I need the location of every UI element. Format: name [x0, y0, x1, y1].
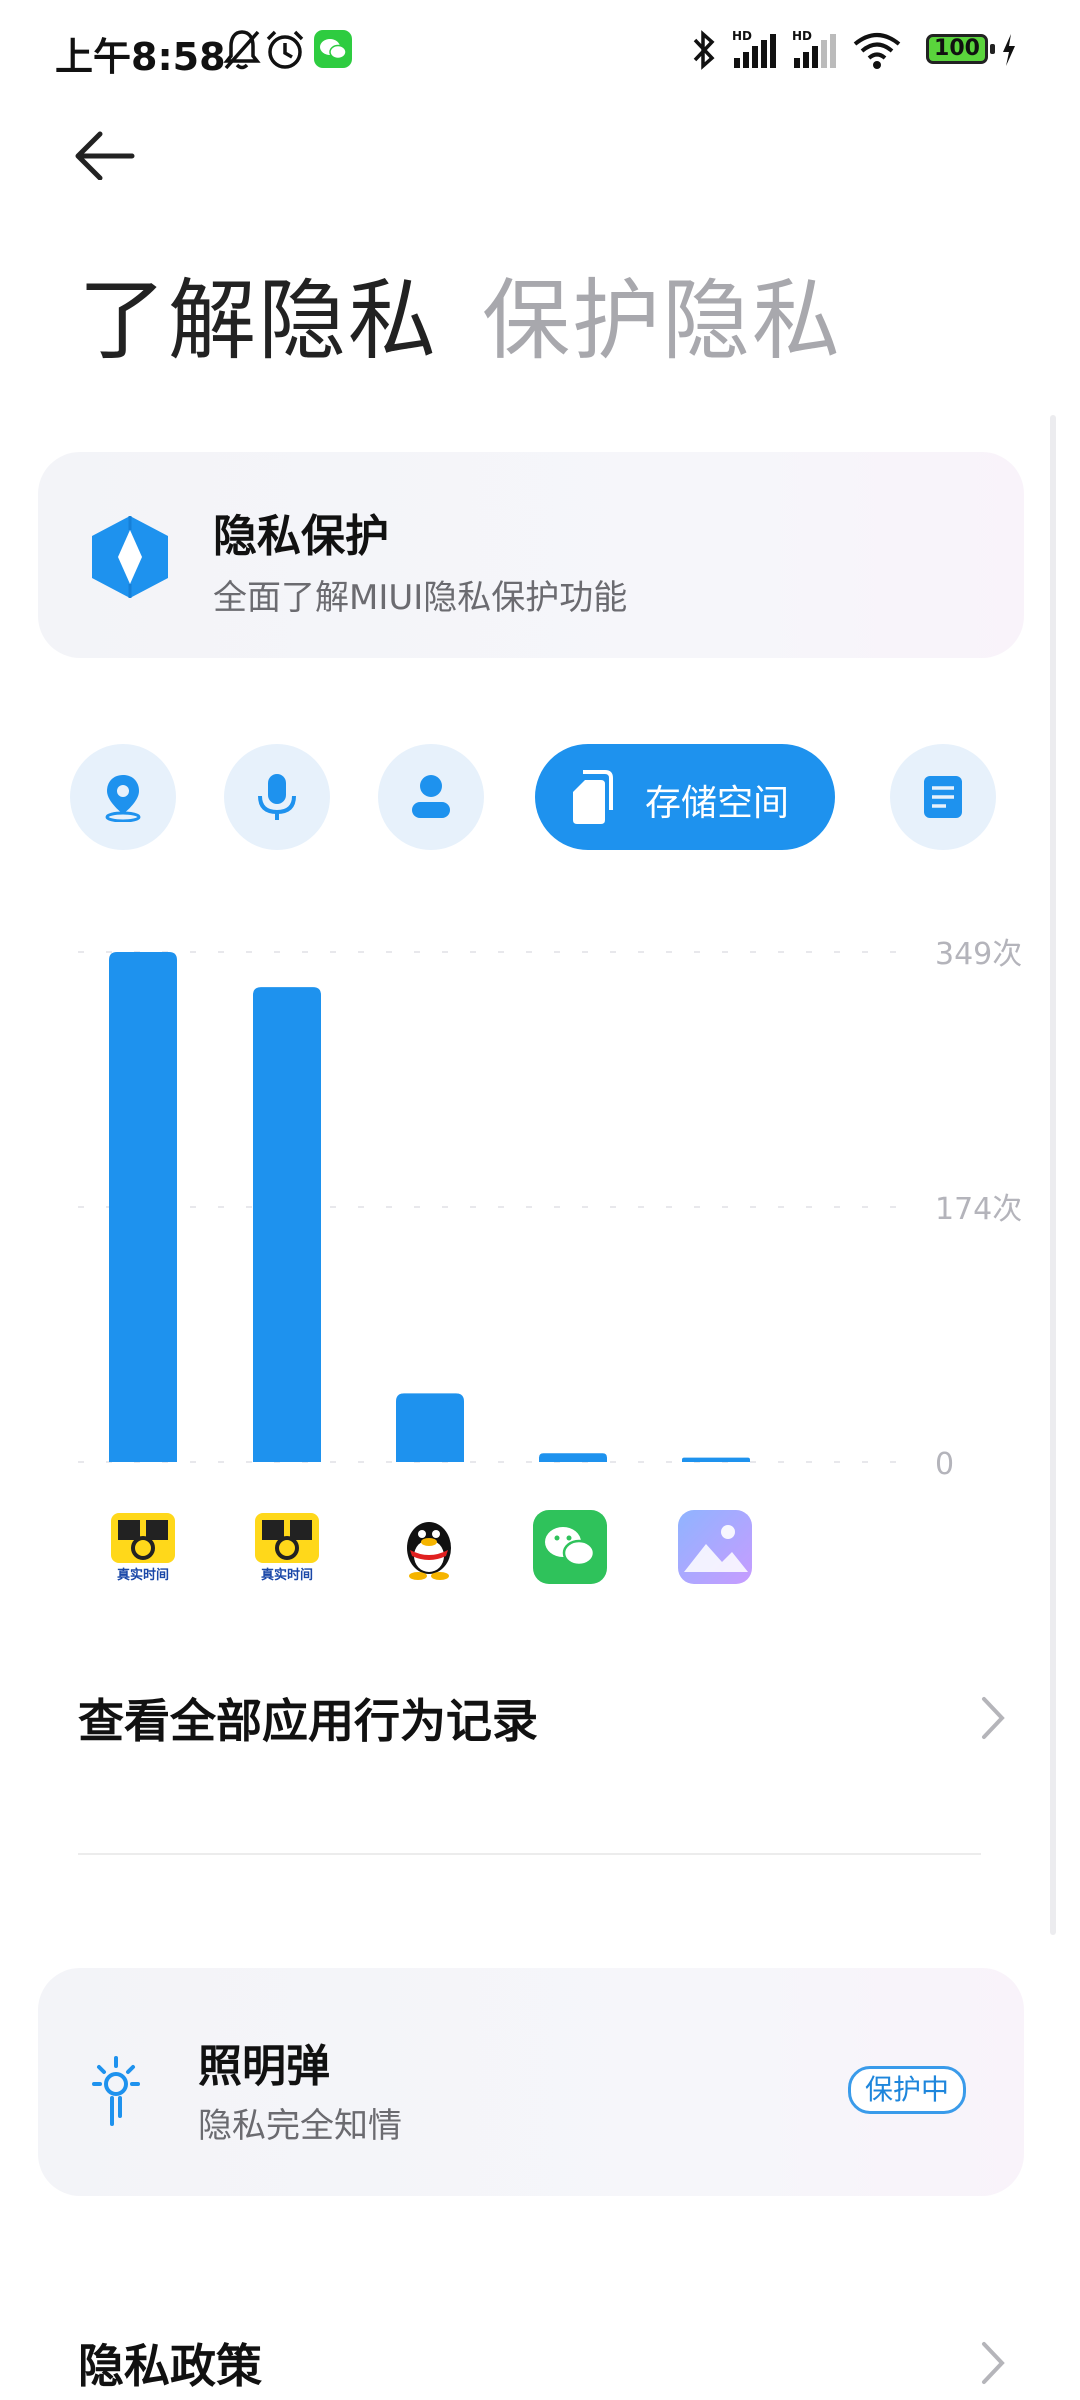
- view-all-records-label: 查看全部应用行为记录: [78, 1694, 538, 1748]
- alarm-icon: [266, 30, 304, 69]
- chart-bar[interactable]: [109, 952, 177, 1462]
- flare-card-title: 照明弹: [198, 2041, 330, 2092]
- chart-bar[interactable]: [682, 1457, 750, 1462]
- page-title: 了解隐私 保护隐私: [78, 250, 842, 377]
- flare-light-icon: [92, 2056, 140, 2126]
- storage-icon: [573, 770, 613, 824]
- chart-bar[interactable]: [396, 1393, 464, 1462]
- wechat-notification-icon: [314, 30, 352, 68]
- title-secondary: 保护隐私: [482, 269, 843, 372]
- chart-tick-label: 174次: [935, 1192, 1022, 1227]
- status-bar: 上午8:58 HD HD 100: [0, 0, 1080, 100]
- privacy-policy-label: 隐私政策: [78, 2339, 262, 2393]
- title-primary: 了解隐私: [78, 269, 439, 372]
- app-caption: 真实时间: [260, 1568, 313, 1583]
- battery-tip: [990, 44, 995, 54]
- microphone-icon: [258, 774, 296, 820]
- signal-hd-icon: HD: [732, 29, 776, 68]
- app-caption: 真实时间: [116, 1568, 169, 1583]
- category-storage[interactable]: 存储空间: [535, 744, 835, 850]
- message-icon: [924, 776, 962, 818]
- status-time: 上午8:58: [55, 35, 226, 79]
- svg-text:HD: HD: [792, 29, 812, 43]
- signal-hd-icon: HD: [792, 29, 836, 68]
- chevron-right-icon: [982, 1697, 1005, 1739]
- back-arrow-icon: [75, 131, 135, 181]
- gallery-icon[interactable]: [678, 1510, 752, 1584]
- bluetooth-icon: [693, 30, 715, 70]
- battery-icon: 100: [926, 34, 988, 64]
- jinri-camera-icon[interactable]: 真实时间: [252, 1510, 322, 1583]
- privacy-policy-link[interactable]: 隐私政策: [78, 2330, 1008, 2400]
- qq-penguin-icon[interactable]: [394, 1510, 464, 1580]
- location-icon: [105, 775, 141, 822]
- flare-card[interactable]: 照明弹 隐私完全知情 保护中: [38, 1968, 1024, 2196]
- chart-bar[interactable]: [539, 1453, 607, 1462]
- status-badge: 保护中: [848, 2066, 967, 2114]
- svg-text:HD: HD: [732, 29, 752, 43]
- category-contacts[interactable]: [378, 744, 484, 850]
- privacy-protection-card[interactable]: 隐私保护 全面了解MIUI隐私保护功能: [38, 452, 1024, 658]
- privacy-card-title: 隐私保护: [213, 511, 389, 562]
- back-button[interactable]: [70, 120, 150, 200]
- category-storage-label: 存储空间: [645, 783, 790, 824]
- privacy-card-subtitle: 全面了解MIUI隐私保护功能: [213, 578, 628, 618]
- app-icon-row: 真实时间 真实时间: [0, 1510, 1080, 1620]
- chart-bar[interactable]: [253, 987, 321, 1462]
- mute-bell-icon: [223, 30, 261, 70]
- contacts-icon: [412, 775, 450, 818]
- category-messages[interactable]: [890, 744, 996, 850]
- chevron-right-icon: [982, 2342, 1005, 2384]
- category-microphone[interactable]: [224, 744, 330, 850]
- charging-icon: [1003, 34, 1015, 66]
- wechat-icon[interactable]: [533, 1510, 607, 1584]
- view-all-records-link[interactable]: 查看全部应用行为记录: [78, 1685, 1008, 1755]
- divider: [78, 1853, 981, 1855]
- shield-icon: [92, 516, 168, 598]
- wifi-icon: [853, 33, 901, 69]
- flare-card-subtitle: 隐私完全知情: [198, 2106, 402, 2146]
- jinri-camera-icon[interactable]: 真实时间: [108, 1510, 178, 1583]
- chart-tick-label: 0: [935, 1447, 954, 1482]
- category-location[interactable]: [70, 744, 176, 850]
- chart-tick-label: 349次: [935, 937, 1022, 972]
